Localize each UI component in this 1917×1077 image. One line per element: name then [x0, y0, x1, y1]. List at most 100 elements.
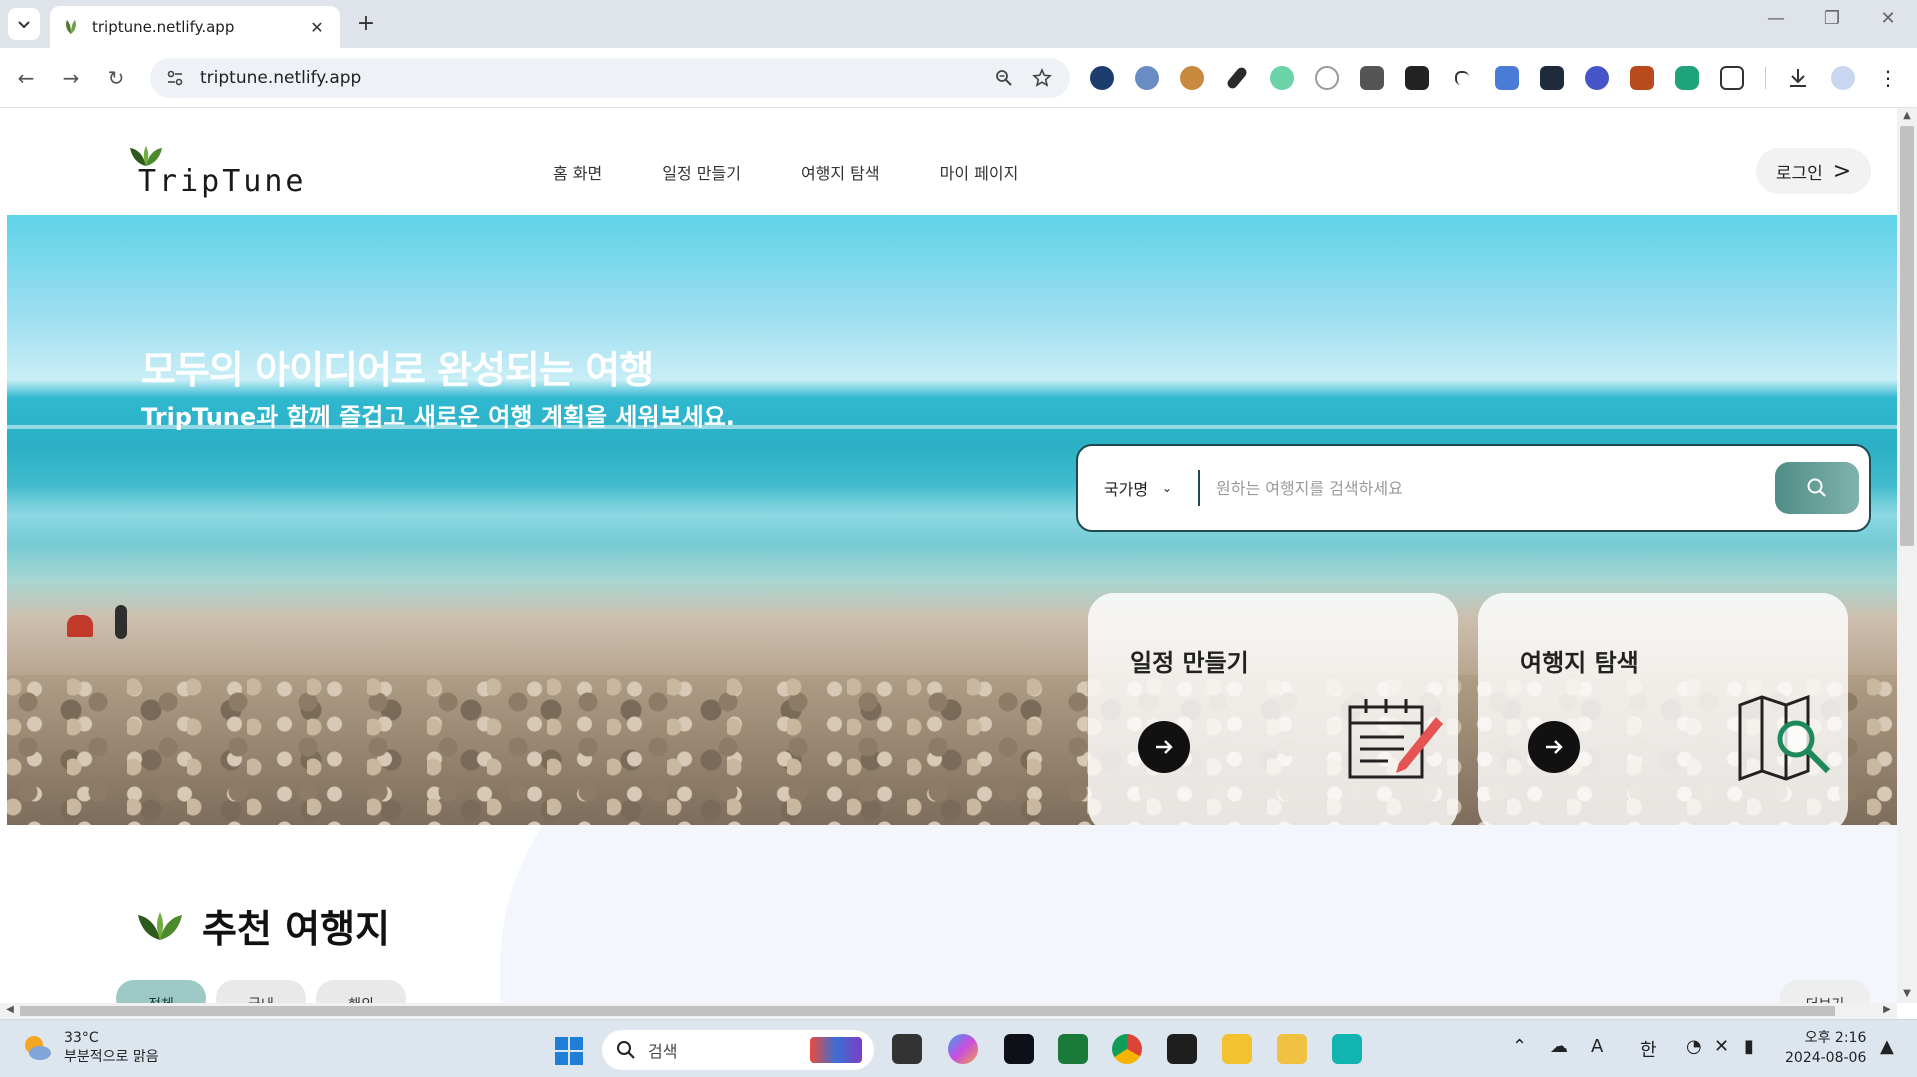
wifi-icon[interactable]: ◔: [1686, 1036, 1702, 1057]
card-explore[interactable]: 여행지 탐색: [1478, 593, 1848, 825]
minimize-icon[interactable]: —: [1756, 8, 1796, 29]
weather-widget[interactable]: 33°C 부분적으로 맑음: [20, 1030, 159, 1066]
font-indicator[interactable]: A: [1591, 1036, 1603, 1057]
login-button[interactable]: 로그인 >: [1756, 148, 1871, 194]
triptune-logo[interactable]: TripTune: [128, 144, 307, 199]
wappalyzer-icon[interactable]: [1360, 66, 1384, 90]
zoom-icon[interactable]: [990, 64, 1018, 92]
profile-avatar-icon[interactable]: [1135, 66, 1159, 90]
search-icon: [1807, 478, 1826, 497]
arrow-right-icon[interactable]: [1138, 721, 1190, 773]
spy-icon[interactable]: [1405, 66, 1429, 90]
back-arrow-icon[interactable]: ←: [10, 62, 42, 94]
puzzle-icon[interactable]: [1720, 66, 1744, 90]
network-icon[interactable]: [1585, 66, 1609, 90]
scroll-down-icon[interactable]: ▼: [1897, 988, 1917, 999]
weather-description: 부분적으로 맑음: [64, 1049, 159, 1065]
browser-tab[interactable]: triptune.netlify.app ✕: [50, 6, 340, 48]
beach-person-figure: [115, 605, 127, 639]
tab-close-icon[interactable]: ✕: [306, 18, 328, 37]
filter-chip-domestic[interactable]: 국내: [216, 980, 306, 1003]
partly-sunny-icon: [25, 1036, 51, 1060]
chat-icon[interactable]: [1675, 66, 1699, 90]
search-icon: [617, 1041, 635, 1059]
card-title: 여행지 탐색: [1520, 649, 1639, 677]
card-create-schedule[interactable]: 일정 만들기: [1088, 593, 1458, 825]
notification-bell-icon[interactable]: ▲: [1880, 1036, 1894, 1057]
pycharm-icon[interactable]: [1058, 1034, 1088, 1064]
window-close-icon[interactable]: ✕: [1868, 8, 1908, 29]
taskbar-search[interactable]: 검색: [602, 1030, 874, 1070]
scroll-left-icon[interactable]: ◀: [0, 1004, 20, 1015]
bookmark-star-icon[interactable]: [1028, 64, 1056, 92]
country-select[interactable]: 국가명 ⌄: [1078, 446, 1198, 530]
search-input[interactable]: [1200, 446, 1775, 530]
browser-tab-strip: triptune.netlify.app ✕ + — ❐ ✕: [0, 0, 1917, 48]
reload-icon[interactable]: ↻: [100, 62, 132, 94]
menu-item-explore[interactable]: 여행지 탐색: [801, 160, 880, 184]
chrome-icon[interactable]: [1112, 1034, 1142, 1064]
menu-item-mypage[interactable]: 마이 페이지: [940, 160, 1019, 184]
scroll-right-icon[interactable]: ▶: [1877, 1004, 1897, 1015]
destination-search-bar: 국가명 ⌄: [1076, 444, 1871, 532]
arrow-right-icon[interactable]: [1528, 721, 1580, 773]
horizontal-scroll-thumb[interactable]: [20, 1006, 1835, 1016]
weather-temperature: 33°C: [64, 1030, 99, 1046]
figma-icon[interactable]: [1167, 1034, 1197, 1064]
address-bar[interactable]: triptune.netlify.app: [150, 58, 1070, 98]
recommend-section-title: 추천 여행지: [136, 898, 390, 953]
webstorm-icon[interactable]: [1004, 1034, 1034, 1064]
battery-icon[interactable]: ▮: [1744, 1036, 1754, 1057]
compass-icon[interactable]: [1315, 66, 1339, 90]
filter-chip-all[interactable]: 전체: [116, 980, 206, 1003]
lh-icon[interactable]: [1630, 66, 1654, 90]
chevron-up-icon[interactable]: ⌃: [1512, 1036, 1527, 1057]
logo-text: TripTune: [138, 164, 307, 199]
tasks-check-icon[interactable]: [1090, 66, 1114, 90]
translate-icon[interactable]: [1495, 66, 1519, 90]
site-settings-icon[interactable]: [164, 67, 186, 89]
move-icon[interactable]: [1455, 71, 1469, 85]
new-tab-button[interactable]: +: [352, 10, 380, 38]
vertical-scrollbar[interactable]: ▲ ▼: [1897, 108, 1917, 1003]
main-menu: 홈 화면 일정 만들기 여행지 탐색 마이 페이지: [553, 160, 1078, 184]
toolbar-divider: [1765, 67, 1766, 89]
restore-icon[interactable]: ❐: [1812, 8, 1852, 29]
windows-taskbar: 33°C 부분적으로 맑음 검색 ⌃ ☁ A 한 ◔ ✕ ▮ 오후 2:16 2…: [0, 1019, 1917, 1077]
login-label: 로그인: [1775, 163, 1823, 184]
card-title: 일정 만들기: [1130, 649, 1249, 677]
cloud-icon[interactable]: ☁: [1550, 1036, 1568, 1057]
horizontal-scrollbar[interactable]: ◀ ▶: [0, 1003, 1897, 1019]
chevron-down-icon: ⌄: [1162, 481, 1173, 495]
file-explorer-icon[interactable]: [1277, 1034, 1307, 1064]
sticky-notes-icon[interactable]: [1222, 1034, 1252, 1064]
extensions-row: ⋮: [1090, 62, 1900, 94]
tab-title: triptune.netlify.app: [92, 18, 235, 36]
cookie-icon[interactable]: [1180, 66, 1204, 90]
menu-item-home[interactable]: 홈 화면: [553, 160, 602, 184]
vertical-scroll-thumb[interactable]: [1900, 126, 1914, 546]
forward-arrow-icon[interactable]: →: [55, 62, 87, 94]
volume-muted-icon[interactable]: ✕: [1714, 1036, 1729, 1057]
react-devtools-icon[interactable]: [1540, 66, 1564, 90]
system-clock[interactable]: 오후 2:16 2024-08-06: [1785, 1028, 1866, 1068]
menu-item-create-schedule[interactable]: 일정 만들기: [662, 160, 741, 184]
windows-start-icon[interactable]: [554, 1036, 584, 1066]
profile-icon[interactable]: [1831, 66, 1855, 90]
copilot-icon[interactable]: [948, 1034, 978, 1064]
colorzilla-icon[interactable]: [1270, 66, 1294, 90]
filter-chip-overseas[interactable]: 해외: [316, 980, 406, 1003]
editor-app-icon[interactable]: [1332, 1034, 1362, 1064]
download-icon[interactable]: [1786, 66, 1810, 90]
search-button[interactable]: [1775, 462, 1859, 514]
scroll-up-icon[interactable]: ▲: [1897, 110, 1917, 121]
task-view-icon[interactable]: [892, 1034, 922, 1064]
ime-indicator[interactable]: 한: [1640, 1036, 1657, 1062]
tab-search-button[interactable]: [8, 8, 40, 40]
eyedropper-icon[interactable]: [1225, 65, 1249, 91]
web-page: TripTune 홈 화면 일정 만들기 여행지 탐색 마이 페이지 로그인 >…: [0, 108, 1897, 1003]
more-options-icon[interactable]: ⋮: [1876, 66, 1900, 90]
more-button[interactable]: 더보기: [1780, 980, 1870, 1003]
hero-subtitle: TripTune과 함께 즐겁고 새로운 여행 계획을 세워보세요.: [141, 403, 735, 431]
site-header: TripTune 홈 화면 일정 만들기 여행지 탐색 마이 페이지 로그인 >: [0, 108, 1897, 216]
